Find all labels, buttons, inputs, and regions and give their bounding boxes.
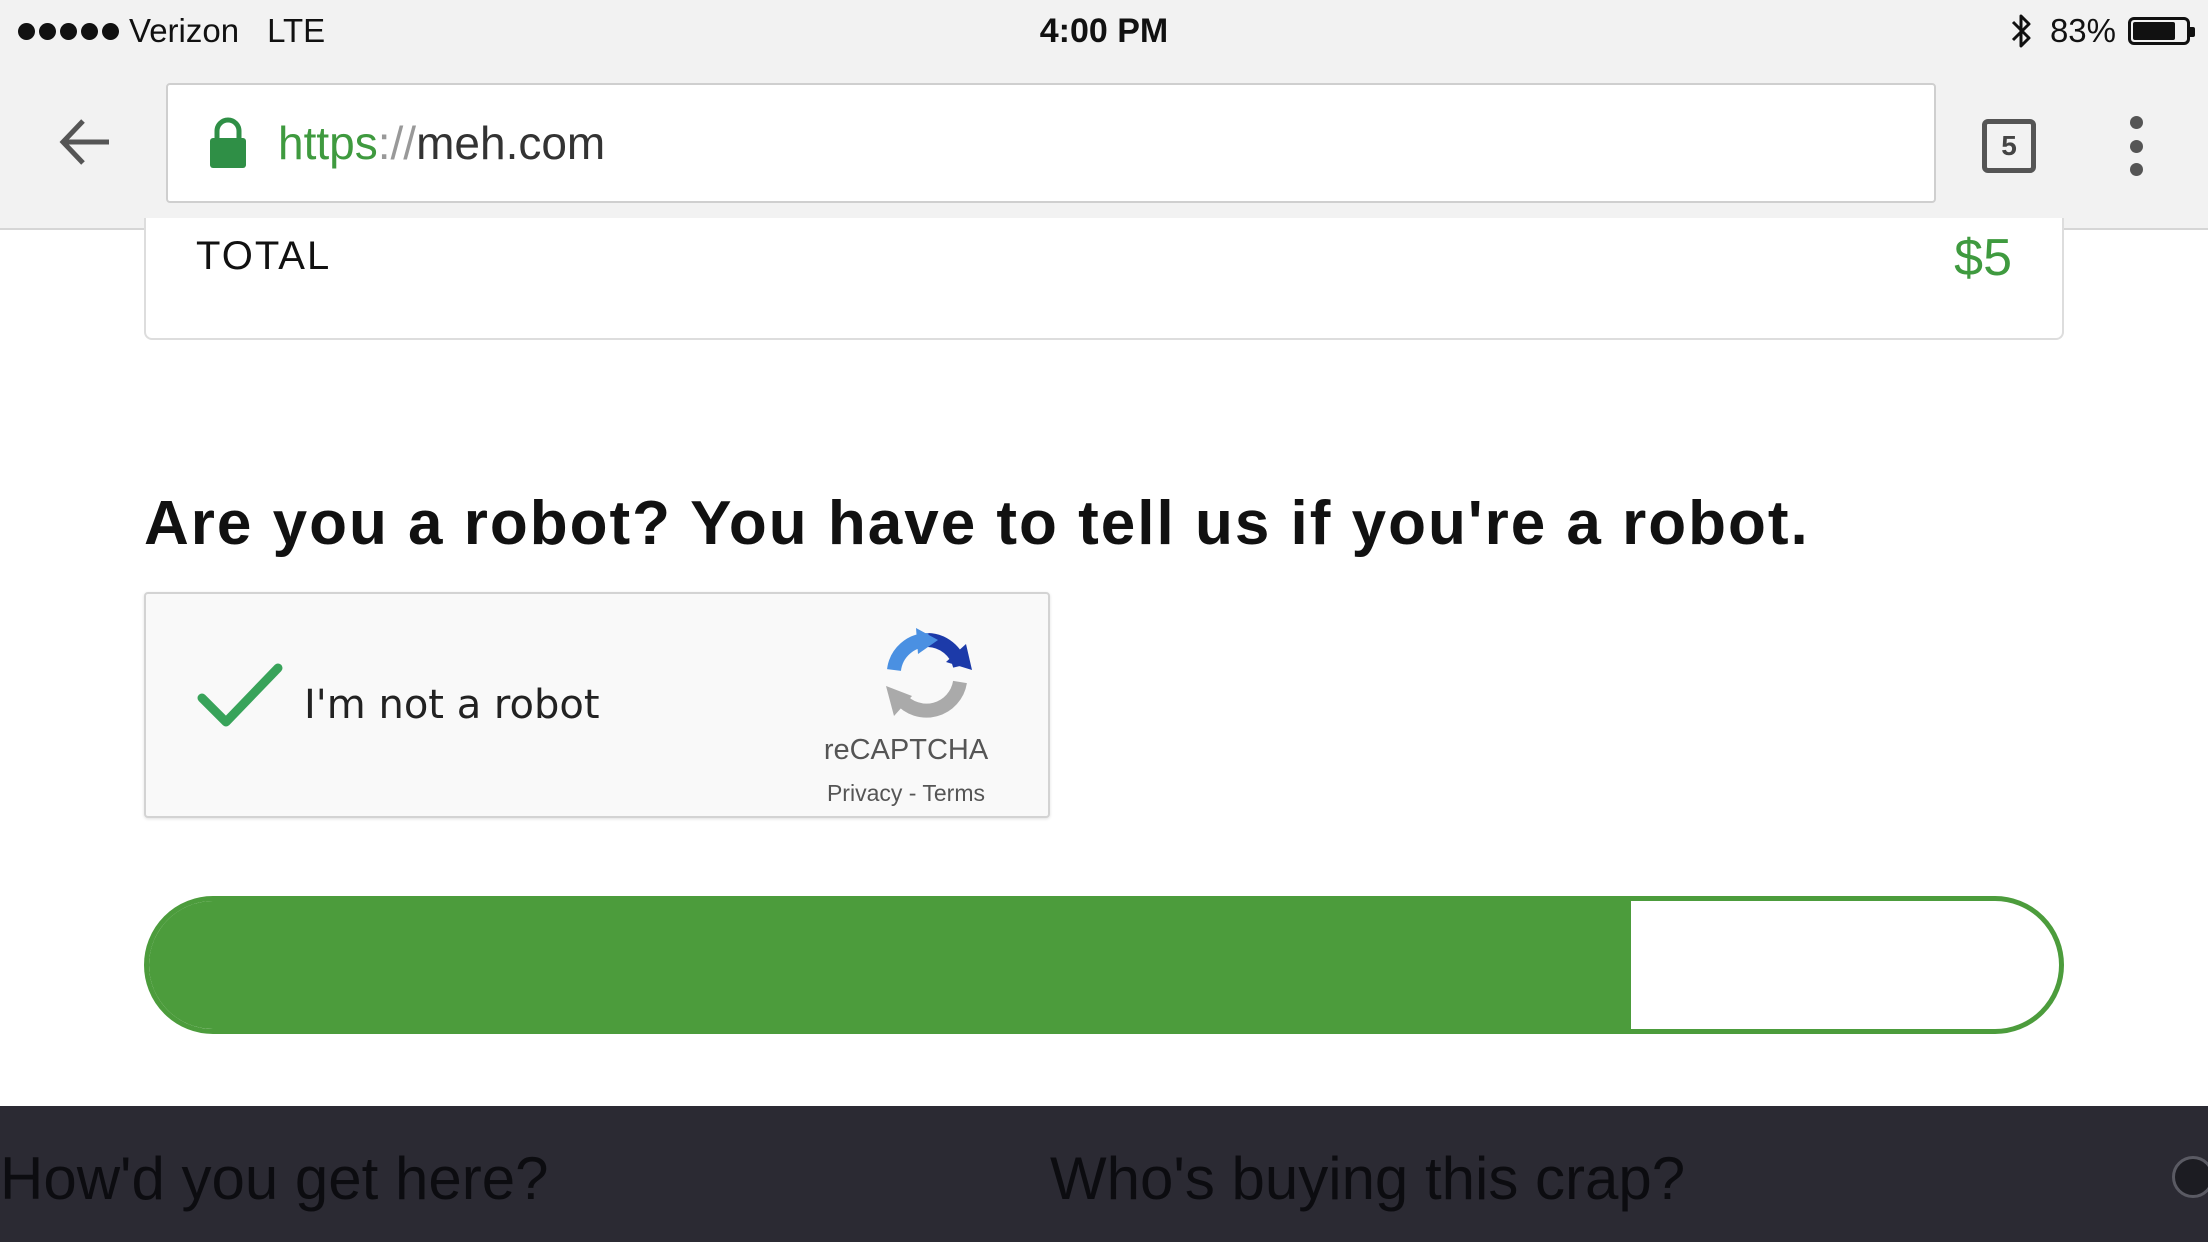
url-scheme: https <box>278 117 378 169</box>
bluetooth-icon <box>2011 14 2031 48</box>
progress-bar <box>144 896 2064 1034</box>
battery-icon <box>2128 17 2195 45</box>
footer-link-how-you-got-here[interactable]: How'd you get here? <box>0 1144 548 1213</box>
back-arrow-icon <box>59 119 109 165</box>
progress-fill <box>149 901 1632 1029</box>
url-text: https://meh.com <box>278 116 605 170</box>
tabs-button[interactable]: 5 <box>1982 119 2036 173</box>
browser-toolbar: https://meh.com 5 <box>0 62 2208 230</box>
recaptcha-widget: I'm not a robot reCAPTCHA Privacy - Term… <box>144 592 1050 818</box>
recaptcha-privacy-terms-links[interactable]: Privacy - Terms <box>786 780 1026 807</box>
recaptcha-logo-icon <box>886 628 972 718</box>
tab-count: 5 <box>2001 130 2017 161</box>
not-a-robot-label[interactable]: I'm not a robot <box>304 682 600 728</box>
recaptcha-brand: reCAPTCHA <box>823 734 989 766</box>
checkmark-icon[interactable] <box>196 662 284 732</box>
status-bar: Verizon LTE 4:00 PM 83% <box>0 0 2208 62</box>
status-right: 83% <box>2010 10 2195 52</box>
order-total-card: TOTAL $5 <box>144 218 2064 340</box>
status-time: 4:00 PM <box>1039 12 1169 50</box>
footer-circle-button[interactable] <box>2172 1156 2208 1198</box>
url-bar[interactable]: https://meh.com <box>166 83 1936 203</box>
url-host: meh.com <box>416 117 606 169</box>
lock-icon <box>210 117 246 168</box>
battery-percent: 83% <box>2049 12 2116 49</box>
url-separator: :// <box>377 117 417 169</box>
battery-level-fill <box>2133 22 2176 40</box>
footer-link-whos-buying[interactable]: Who's buying this crap? <box>1050 1144 1685 1213</box>
total-label: TOTAL <box>196 234 332 278</box>
kebab-menu-icon[interactable] <box>2116 116 2156 176</box>
total-value: $5 <box>1954 229 2012 287</box>
robot-question-heading: Are you a robot? You have to tell us if … <box>144 489 1810 558</box>
back-button[interactable] <box>50 107 120 177</box>
footer: How'd you get here? Who's buying this cr… <box>0 1106 2208 1242</box>
